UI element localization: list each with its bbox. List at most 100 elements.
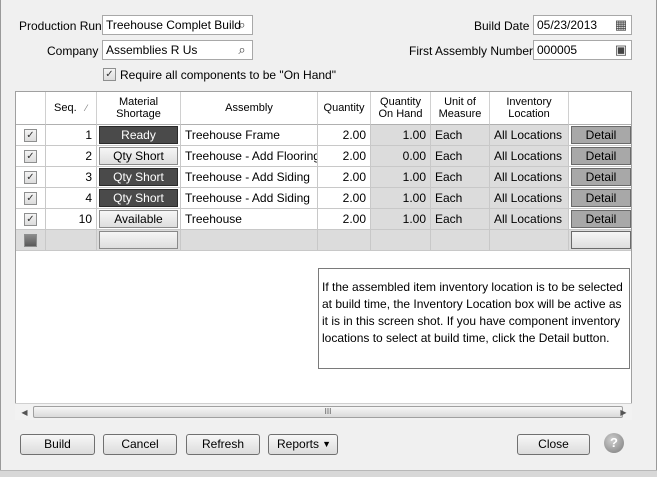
scroll-right-icon[interactable]: ▶ (617, 406, 630, 419)
detail-cell: Detail (569, 209, 631, 230)
first-assembly-field[interactable]: 000005 ▣ (533, 40, 632, 60)
new-row-shortage-button[interactable] (99, 231, 178, 249)
detail-cell: Detail (569, 146, 631, 167)
detail-cell: Detail (569, 188, 631, 209)
new-row-cell (569, 230, 631, 251)
scroll-left-icon[interactable]: ◀ (18, 406, 31, 419)
detail-button[interactable]: Detail (571, 126, 631, 144)
row-select-checkbox[interactable]: ✓ (24, 171, 37, 184)
uom-cell: Each (431, 209, 490, 230)
build-date-field[interactable]: 05/23/2013 ▦ (533, 15, 632, 35)
require-on-hand-label: Require all components to be "On Hand" (120, 68, 336, 82)
reports-button-label: Reports (277, 437, 320, 451)
detail-button[interactable]: Detail (571, 210, 631, 228)
first-assembly-label: First Assembly Number (409, 44, 534, 58)
new-row-detail-button[interactable] (571, 231, 631, 249)
row-select-cell: ✓ (16, 209, 46, 230)
quantity-cell[interactable]: 2.00 (318, 167, 371, 188)
first-assembly-value: 000005 (537, 43, 578, 57)
calendar-icon[interactable]: ▦ (613, 17, 629, 33)
quantity-cell[interactable]: 2.00 (318, 125, 371, 146)
quantity-cell[interactable]: 2.00 (318, 146, 371, 167)
row-select-checkbox[interactable]: ✓ (24, 129, 37, 142)
material-shortage-cell: Qty Short (97, 188, 181, 209)
row-select-checkbox[interactable]: ✓ (24, 213, 37, 226)
uom-header: Unit of Measure (431, 92, 490, 125)
uom-cell: Each (431, 125, 490, 146)
seq-cell: 3 (46, 167, 97, 188)
row-select-cell: ✓ (16, 146, 46, 167)
new-row-cell (371, 230, 431, 251)
magnifier-icon[interactable]: ⌕ (234, 42, 250, 58)
require-on-hand-checkbox[interactable]: ✓ (103, 68, 116, 81)
callout-note: If the assembled item inventory location… (318, 268, 630, 369)
new-row-cell (46, 230, 97, 251)
reports-button[interactable]: Reports ▼ (268, 434, 338, 455)
build-date-label: Build Date (474, 19, 530, 33)
production-run-label: Production Run (19, 19, 102, 33)
detail-button[interactable]: Detail (571, 168, 631, 186)
assembly-cell[interactable]: Treehouse - Add Flooring (181, 146, 318, 167)
uom-cell: Each (431, 146, 490, 167)
scrollbar-thumb[interactable]: III (33, 406, 623, 418)
material-shortage-cell: Qty Short (97, 146, 181, 167)
quantity-cell[interactable]: 2.00 (318, 188, 371, 209)
help-icon[interactable]: ? (604, 433, 624, 453)
inventory-location-cell: All Locations (490, 125, 569, 146)
company-label: Company (47, 44, 99, 58)
build-date-value: 05/23/2013 (537, 18, 598, 32)
material-shortage-button[interactable]: Qty Short (99, 168, 178, 186)
qty-on-hand-cell: 1.00 (371, 188, 431, 209)
new-row-checkbox[interactable] (24, 234, 37, 247)
seq-header[interactable]: Seq. ⁄ (46, 92, 97, 125)
new-row-cell (431, 230, 490, 251)
assembly-grid[interactable]: Seq. ⁄ Material Shortage Assembly Quanti… (15, 91, 632, 419)
dropdown-arrow-icon: ▼ (322, 439, 331, 449)
quantity-cell[interactable]: 2.00 (318, 209, 371, 230)
assembly-cell[interactable]: Treehouse - Add Siding (181, 167, 318, 188)
cancel-button[interactable]: Cancel (103, 434, 177, 455)
uom-cell: Each (431, 188, 490, 209)
company-field[interactable]: Assemblies R Us ⌕ (102, 40, 253, 60)
row-select-checkbox[interactable]: ✓ (24, 150, 37, 163)
material-shortage-button[interactable]: Qty Short (99, 189, 178, 207)
row-select-checkbox[interactable]: ✓ (24, 192, 37, 205)
refresh-button[interactable]: Refresh (186, 434, 260, 455)
row-select-cell: ✓ (16, 188, 46, 209)
inventory-location-cell: All Locations (490, 146, 569, 167)
inventory-location-cell: All Locations (490, 188, 569, 209)
seq-cell: 4 (46, 188, 97, 209)
new-row-cell (97, 230, 181, 251)
calendar-icon[interactable]: ▣ (613, 42, 629, 58)
new-row-cell (181, 230, 318, 251)
material-shortage-button[interactable]: Qty Short (99, 147, 178, 165)
seq-cell: 1 (46, 125, 97, 146)
detail-button[interactable]: Detail (571, 189, 631, 207)
row-select-cell: ✓ (16, 125, 46, 146)
production-run-value: Treehouse Complet Build (106, 18, 241, 32)
new-row-cell (318, 230, 371, 251)
magnifier-icon[interactable]: ⌕ (234, 17, 250, 33)
material-shortage-cell: Available (97, 209, 181, 230)
assembly-cell[interactable]: Treehouse - Add Siding (181, 188, 318, 209)
seq-cell: 10 (46, 209, 97, 230)
detail-header (569, 92, 631, 125)
assembly-cell[interactable]: Treehouse (181, 209, 318, 230)
detail-cell: Detail (569, 167, 631, 188)
close-button[interactable]: Close (517, 434, 590, 455)
qty-on-hand-cell: 1.00 (371, 209, 431, 230)
build-button[interactable]: Build (20, 434, 95, 455)
assembly-header: Assembly (181, 92, 318, 125)
production-run-field[interactable]: Treehouse Complet Build ⌕ (102, 15, 253, 35)
material-shortage-button[interactable]: Available (99, 210, 178, 228)
material-shortage-cell: Ready (97, 125, 181, 146)
quantity-header: Quantity (318, 92, 371, 125)
detail-button[interactable]: Detail (571, 147, 631, 165)
row-select-cell: ✓ (16, 167, 46, 188)
assembly-cell[interactable]: Treehouse Frame (181, 125, 318, 146)
horizontal-scrollbar[interactable]: ◀ III ▶ (15, 403, 632, 420)
qty-on-hand-cell: 1.00 (371, 125, 431, 146)
qty-on-hand-header: Quantity On Hand (371, 92, 431, 125)
uom-cell: Each (431, 167, 490, 188)
material-shortage-button[interactable]: Ready (99, 126, 178, 144)
